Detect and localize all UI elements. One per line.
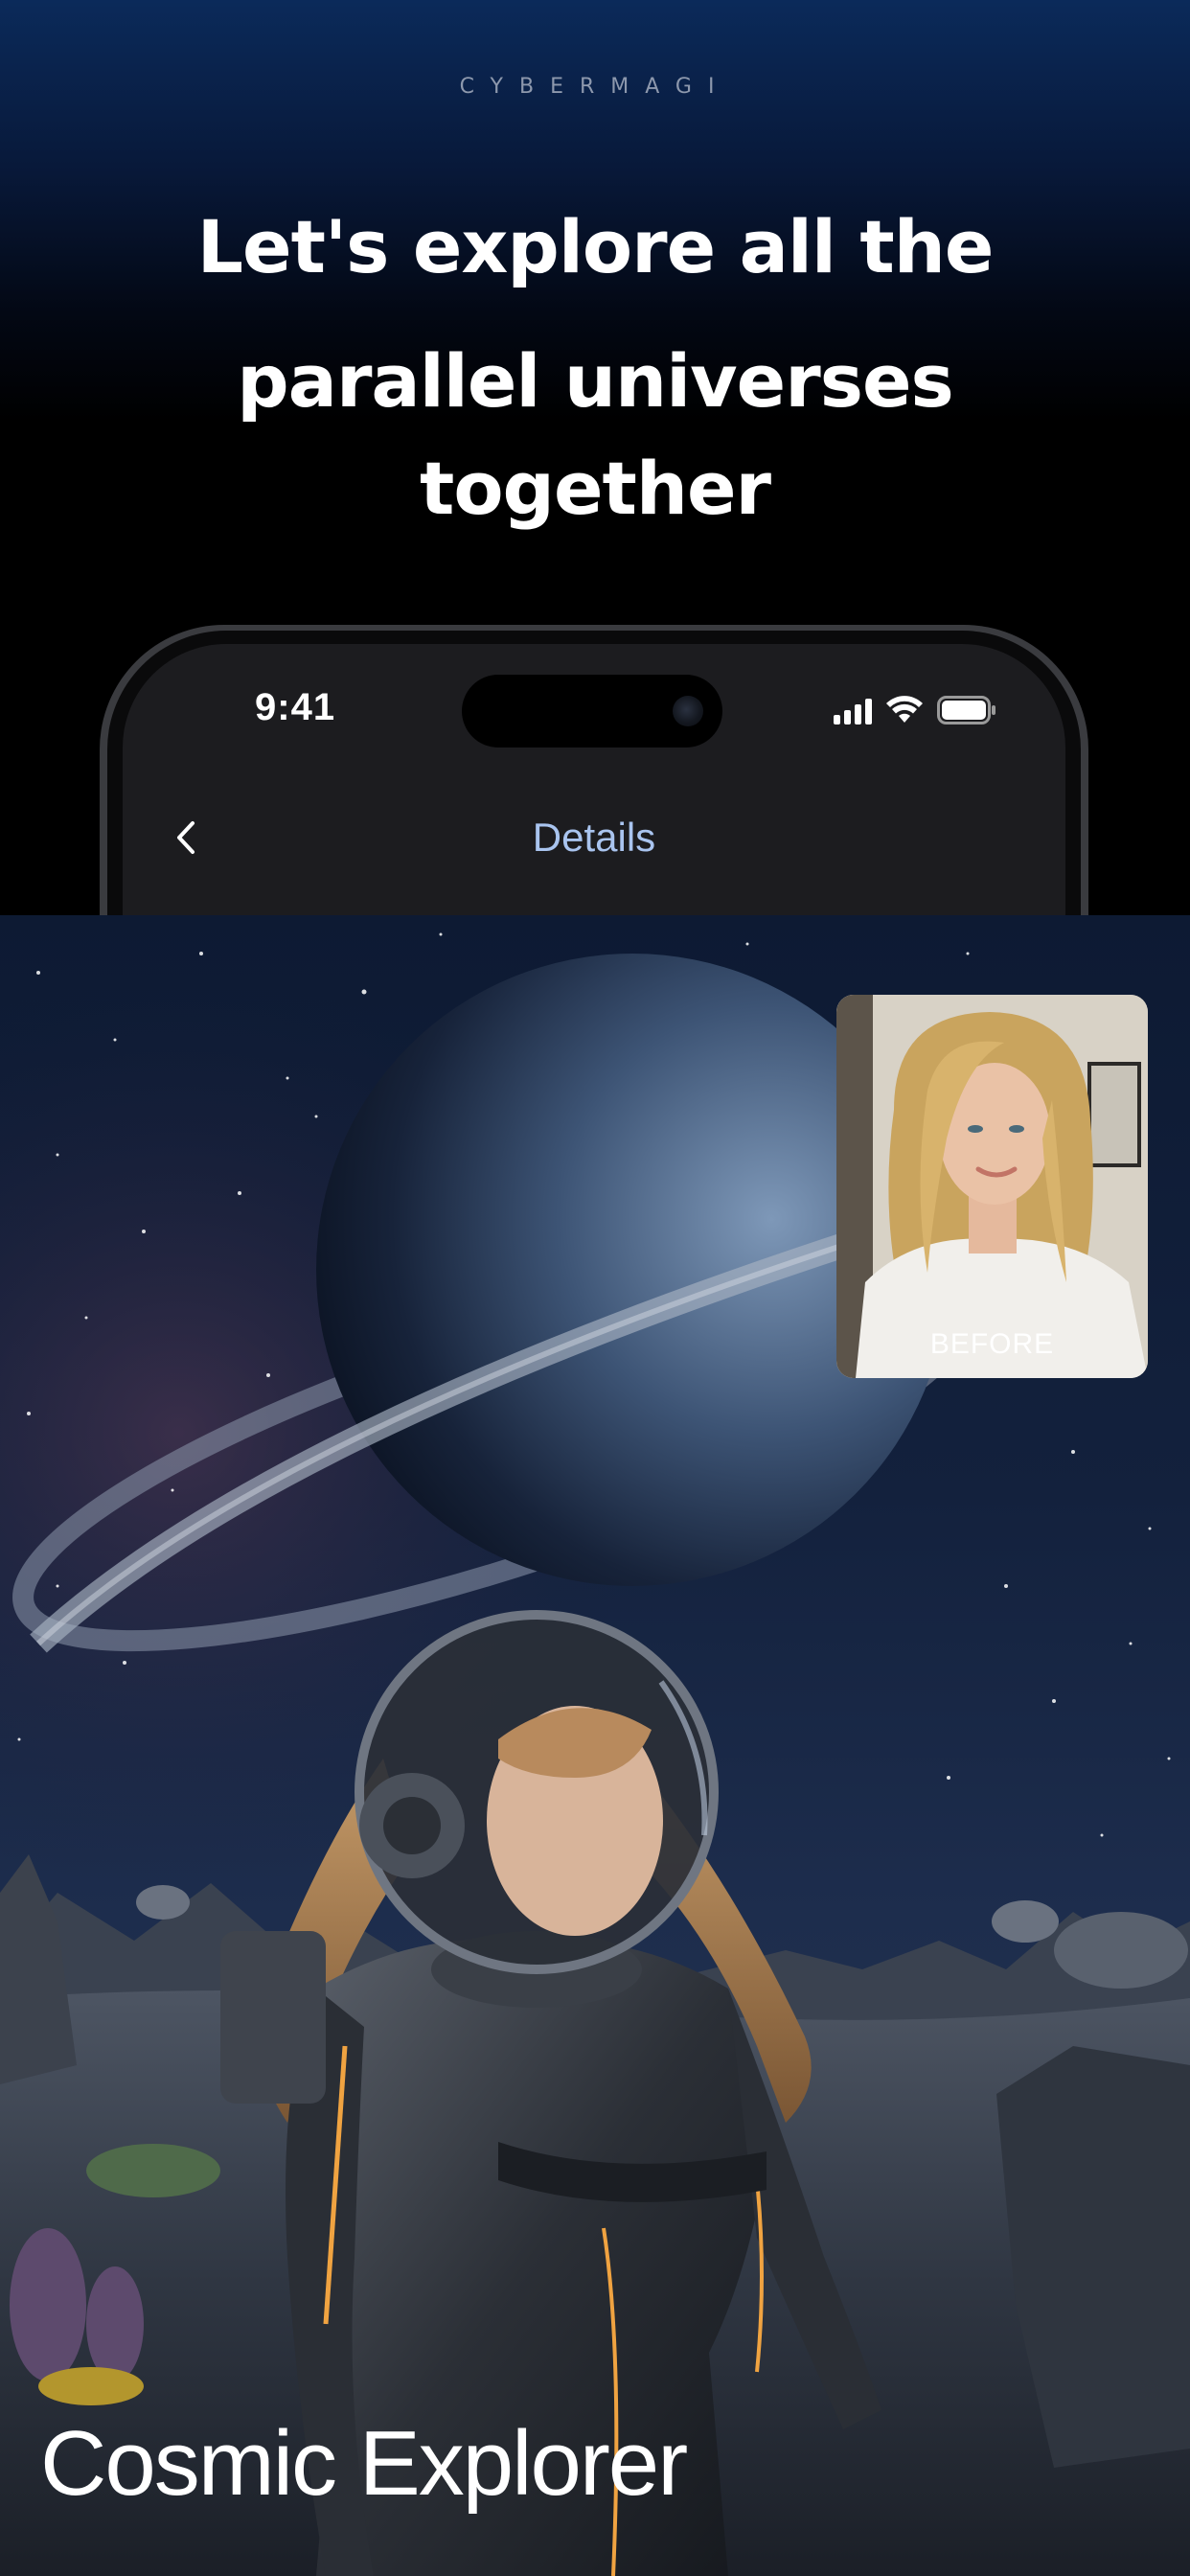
wifi-icon bbox=[886, 696, 923, 723]
battery-icon bbox=[937, 696, 995, 724]
headline: Let's explore all the parallel universes… bbox=[0, 180, 1190, 556]
dynamic-island bbox=[462, 675, 722, 748]
headline-line-3: together bbox=[420, 446, 771, 531]
brand-wordmark: CYBERMAGI bbox=[459, 75, 731, 99]
hero-image: BEFORE Cosmic Explorer bbox=[0, 915, 1190, 2576]
before-label: BEFORE bbox=[929, 1328, 1055, 1360]
signal-icon bbox=[834, 698, 872, 724]
status-icons bbox=[834, 690, 996, 724]
before-photo-card[interactable]: BEFORE bbox=[836, 995, 1148, 1378]
promo-header: CYBERMAGI Let's explore all the parallel… bbox=[0, 0, 1190, 1027]
before-portrait-photo bbox=[836, 995, 1148, 1378]
front-camera-icon bbox=[673, 696, 703, 726]
hero-title: Cosmic Explorer bbox=[40, 2412, 688, 2515]
headline-line-1: Let's explore all the bbox=[196, 204, 995, 289]
nav-title: Details bbox=[532, 815, 656, 860]
status-time: 9:41 bbox=[255, 686, 336, 728]
